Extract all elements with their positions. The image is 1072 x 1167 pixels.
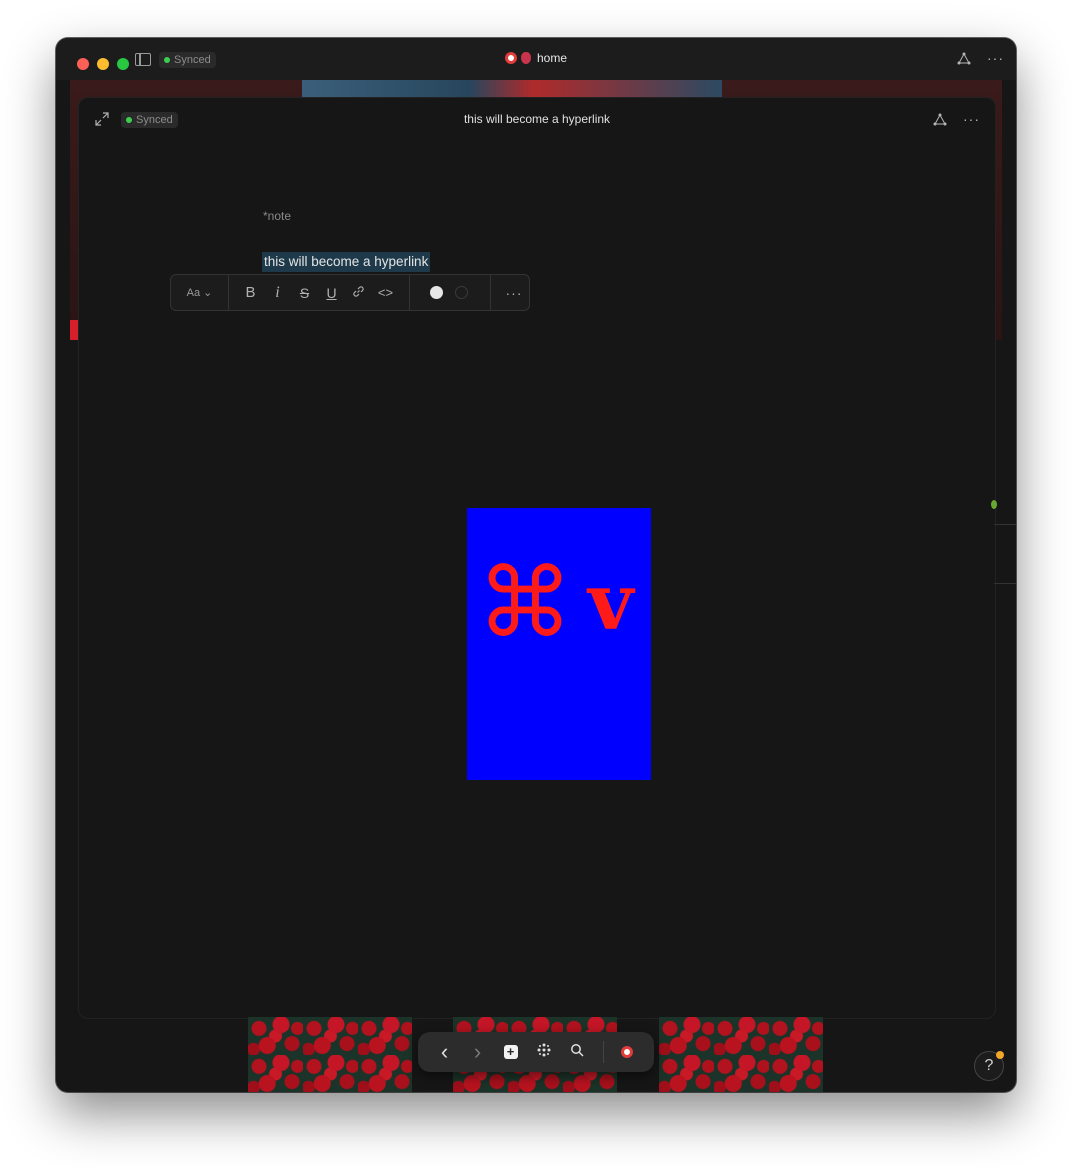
alarm-clock-emoji-icon bbox=[620, 1046, 633, 1058]
side-panel-stub bbox=[994, 524, 1016, 584]
selected-text[interactable]: this will become a hyperlink bbox=[262, 252, 431, 272]
forward-button[interactable]: › bbox=[461, 1039, 494, 1065]
window-title-label: home bbox=[536, 51, 568, 65]
chevron-down-icon: ⌄ bbox=[203, 287, 213, 299]
heart-emoji-icon bbox=[520, 52, 531, 64]
new-note-button[interactable]: + bbox=[494, 1043, 527, 1061]
bottom-navigation: ‹ › + bbox=[418, 1032, 654, 1072]
plus-icon: + bbox=[503, 1045, 518, 1059]
underline-button[interactable]: U bbox=[318, 285, 345, 301]
graph-view-icon[interactable] bbox=[957, 52, 971, 68]
roses-image-right bbox=[659, 1017, 823, 1092]
strikethrough-button[interactable]: S bbox=[291, 285, 318, 301]
text-style-group: Aa ⌄ bbox=[171, 275, 229, 310]
banner-artwork bbox=[302, 80, 722, 98]
window-more-icon[interactable]: ··· bbox=[987, 50, 1004, 66]
text-color-dark-swatch[interactable] bbox=[455, 286, 468, 299]
home-note-button[interactable] bbox=[612, 1043, 645, 1061]
note-tag[interactable]: *note bbox=[263, 209, 291, 223]
v-key-glyph: v bbox=[588, 557, 634, 648]
note-card: Synced this will become a hyperlink ··· … bbox=[78, 97, 996, 1019]
back-button[interactable]: ‹ bbox=[428, 1039, 461, 1065]
italic-button[interactable]: i bbox=[264, 284, 291, 302]
side-indicator-dot bbox=[991, 500, 997, 509]
code-icon[interactable]: <> bbox=[372, 285, 399, 300]
pasted-image[interactable]: ⌘ v bbox=[467, 508, 651, 780]
search-icon[interactable] bbox=[560, 1043, 593, 1062]
note-title: this will become a hyperlink bbox=[463, 112, 611, 126]
note-graph-icon[interactable] bbox=[933, 113, 947, 129]
format-more-button[interactable]: ··· bbox=[491, 285, 537, 301]
text-style-label: Aa bbox=[186, 287, 201, 299]
command-key-glyph: ⌘ bbox=[477, 547, 573, 659]
bold-button[interactable]: B bbox=[237, 284, 264, 301]
color-group bbox=[410, 275, 491, 310]
apps-grid-icon[interactable] bbox=[527, 1043, 560, 1062]
nav-divider bbox=[603, 1041, 604, 1063]
window-title: home bbox=[56, 51, 1016, 65]
alarm-clock-emoji-icon bbox=[504, 52, 517, 64]
app-window: Synced home ··· Synced this will become … bbox=[56, 38, 1016, 1092]
more-group: ··· bbox=[491, 275, 537, 310]
inline-format-group: B i S U <> bbox=[229, 275, 410, 310]
notification-dot bbox=[996, 1051, 1004, 1059]
note-more-icon[interactable]: ··· bbox=[963, 111, 980, 127]
roses-image-left bbox=[248, 1017, 412, 1092]
title-bar: Synced home ··· bbox=[56, 38, 1016, 80]
text-color-light-swatch[interactable] bbox=[430, 286, 443, 299]
format-toolbar: Aa ⌄ B i S U <> ··· bbox=[170, 274, 530, 311]
text-style-dropdown[interactable]: Aa ⌄ bbox=[171, 286, 228, 299]
link-icon[interactable] bbox=[345, 285, 372, 301]
